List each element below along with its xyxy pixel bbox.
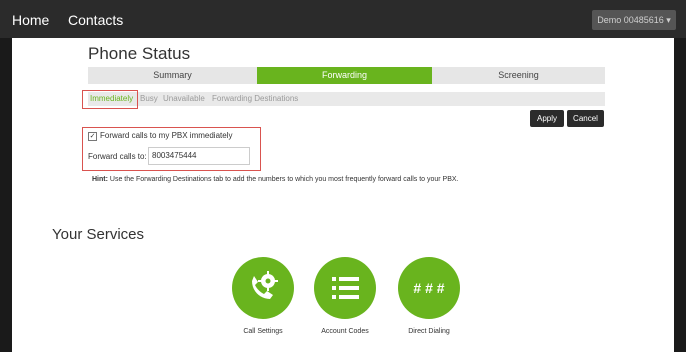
nav-contacts-link[interactable]: Contacts [68, 12, 123, 28]
user-account-dropdown[interactable]: Demo 00485616 ▾ [592, 10, 676, 30]
subtab-unavailable[interactable]: Unavailable [163, 92, 205, 106]
hint-text: Use the Forwarding Destinations tab to a… [107, 176, 459, 183]
nav-home-link[interactable]: Home [12, 12, 49, 28]
call-settings-label[interactable]: Call Settings [223, 328, 303, 335]
phone-status-tabs: Summary Forwarding Screening [88, 67, 605, 84]
your-services-title: Your Services [52, 226, 144, 243]
forward-immediately-label: Forward calls to my PBX immediately [100, 131, 233, 140]
phone-gear-icon [252, 271, 278, 299]
direct-dialing-label[interactable]: Direct Dialing [389, 328, 469, 335]
subtab-forwarding-destinations[interactable]: Forwarding Destinations [212, 92, 298, 106]
highlight-box-immediately [82, 90, 138, 109]
main-panel: Phone Status Summary Forwarding Screenin… [12, 38, 674, 352]
forwarding-subtabs: Immediately Busy Unavailable Forwarding … [88, 92, 605, 106]
tab-screening[interactable]: Screening [432, 67, 605, 84]
list-icon [332, 277, 359, 299]
apply-button[interactable]: Apply [530, 110, 564, 127]
tab-forwarding[interactable]: Forwarding [257, 67, 432, 84]
account-codes-label[interactable]: Account Codes [305, 328, 385, 335]
account-codes-button[interactable] [314, 257, 376, 319]
hash-icon-graphic: # # # [413, 280, 444, 296]
hash-icon: # # # [413, 280, 444, 296]
forwarding-hint: Hint: Use the Forwarding Destinations ta… [92, 176, 459, 183]
tab-summary[interactable]: Summary [88, 67, 257, 84]
top-navbar: Home Contacts Demo 00485616 ▾ [0, 0, 686, 38]
call-settings-button[interactable] [232, 257, 294, 319]
forward-calls-to-label: Forward calls to: [88, 152, 147, 161]
subtab-busy[interactable]: Busy [140, 92, 158, 106]
direct-dialing-button[interactable]: # # # [398, 257, 460, 319]
page-title: Phone Status [88, 44, 191, 63]
forward-number-input[interactable]: 8003475444 [148, 147, 250, 165]
hint-prefix: Hint: [92, 176, 108, 183]
forward-immediately-checkbox[interactable]: ✓ [88, 132, 97, 141]
cancel-button[interactable]: Cancel [567, 110, 604, 127]
